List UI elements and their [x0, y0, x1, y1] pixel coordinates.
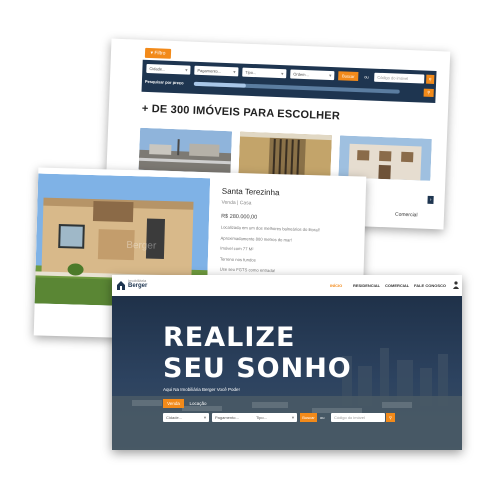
nav-contact[interactable]: FALE CONOSCO — [414, 283, 446, 288]
chevron-down-icon: ▼ — [291, 415, 295, 420]
hero-headline-line-1: REALIZE — [163, 322, 296, 353]
nav-residential[interactable]: RESIDENCIAL — [353, 283, 380, 288]
chevron-down-icon: ▼ — [184, 67, 189, 73]
payment-select-value: Pagamento... — [215, 415, 239, 420]
type-select[interactable]: Tipo... ▼ — [253, 413, 297, 422]
chevron-down-icon: ▼ — [280, 71, 285, 77]
svg-text:Berger: Berger — [126, 240, 157, 252]
payment-select[interactable]: Pagamento... ▼ — [194, 65, 239, 77]
property-description-line: Imóvel com 77 M² — [220, 245, 254, 252]
chevron-right-icon: › — [429, 196, 432, 203]
chevron-down-icon: ▼ — [203, 415, 207, 420]
price-range-slider[interactable] — [193, 81, 400, 94]
or-label: ou — [364, 74, 369, 80]
type-select-value: Tipo... — [245, 69, 257, 76]
property-code-input[interactable]: Código do imóvel — [331, 413, 385, 422]
nav-home[interactable]: INÍCIO — [330, 283, 342, 288]
price-search-button[interactable]: ⚲ — [423, 88, 434, 97]
card-caption: Comercial — [394, 211, 418, 219]
order-select-value: Ordem... — [293, 71, 309, 78]
property-price: R$ 280.000,00 — [221, 213, 258, 221]
property-code-placeholder: Código do imóvel — [334, 415, 365, 420]
nav-commercial[interactable]: COMERCIAL — [385, 283, 409, 288]
property-subtitle: Venda | Casa — [221, 199, 252, 207]
property-card-image[interactable] — [238, 131, 332, 178]
top-navbar: Imobiliária Berger INÍCIO RESIDENCIAL CO… — [112, 275, 462, 296]
chevron-down-icon: ▼ — [328, 72, 333, 79]
filter-tab-label: Filtro — [154, 50, 166, 57]
hero-tagline: Aqui Na Imobiliária Berger Você Pode! — [163, 387, 240, 392]
interior-photo — [238, 131, 332, 178]
city-select[interactable]: Cidade... ▼ — [163, 413, 209, 422]
price-filter-label: Pesquisar por preço — [144, 78, 184, 86]
property-description-line: Terreno nos fundos — [219, 256, 256, 263]
payment-select-value: Pagamento... — [197, 67, 222, 74]
filter-icon: ▾ — [150, 50, 154, 57]
search-icon: ⚲ — [427, 89, 431, 95]
logo-icon[interactable] — [116, 280, 126, 291]
price-range-fill — [193, 81, 246, 88]
city-select-value: Cidade... — [149, 66, 166, 72]
user-icon[interactable] — [453, 281, 459, 289]
filter-tab[interactable]: ▾ Filtro — [144, 47, 172, 59]
property-info: Santa Terezinha Venda | Casa R$ 280.000,… — [219, 187, 361, 281]
city-select-value: Cidade... — [166, 415, 183, 420]
search-icon: ⚲ — [428, 76, 432, 82]
carousel-next-button[interactable]: › — [427, 195, 434, 205]
hero-headline: REALIZE SEU SONHO — [163, 322, 352, 384]
building-photo — [338, 135, 432, 181]
payment-select[interactable]: Pagamento... ▼ — [212, 413, 258, 422]
or-label: ou — [320, 415, 325, 420]
property-code-input[interactable]: Código do imóvel — [374, 72, 425, 84]
logo-text[interactable]: Imobiliária Berger — [128, 278, 147, 290]
property-card-image[interactable] — [338, 135, 432, 181]
type-select[interactable]: Tipo... ▼ — [242, 67, 287, 79]
property-description-line: Aproximadamente 800 metros do mar! — [220, 235, 293, 243]
order-select[interactable]: Ordem... ▼ — [290, 69, 335, 81]
city-select[interactable]: Cidade... ▼ — [146, 63, 191, 75]
search-button[interactable]: Buscar — [300, 413, 317, 422]
tab-rent[interactable]: Locação — [186, 399, 210, 408]
search-icon: ⚲ — [389, 415, 392, 420]
listing-heading: + DE 300 IMÓVEIS PARA ESCOLHER — [141, 102, 341, 123]
home-page-screenshot: Imobiliária Berger INÍCIO RESIDENCIAL CO… — [112, 275, 462, 450]
property-description-line: Localizada em um dos melhores balneários… — [220, 224, 320, 233]
code-search-button[interactable]: ⚲ — [386, 413, 395, 422]
type-select-value: Tipo... — [256, 415, 267, 420]
logo-name: Berger — [128, 283, 148, 289]
code-search-button[interactable]: ⚲ — [426, 74, 435, 84]
property-code-placeholder: Código do imóvel — [377, 74, 409, 81]
street-photo — [138, 127, 233, 174]
hero-headline-line-2: SEU SONHO — [163, 353, 352, 384]
property-title: Santa Terezinha — [221, 186, 280, 198]
search-button[interactable]: Buscar — [338, 71, 359, 82]
filter-bar: Cidade... ▼ Pagamento... ▼ Tipo... ▼ Ord… — [141, 59, 437, 104]
property-card-image[interactable] — [138, 127, 233, 174]
tab-sale[interactable]: Venda — [163, 399, 184, 408]
chevron-down-icon: ▼ — [232, 69, 237, 75]
